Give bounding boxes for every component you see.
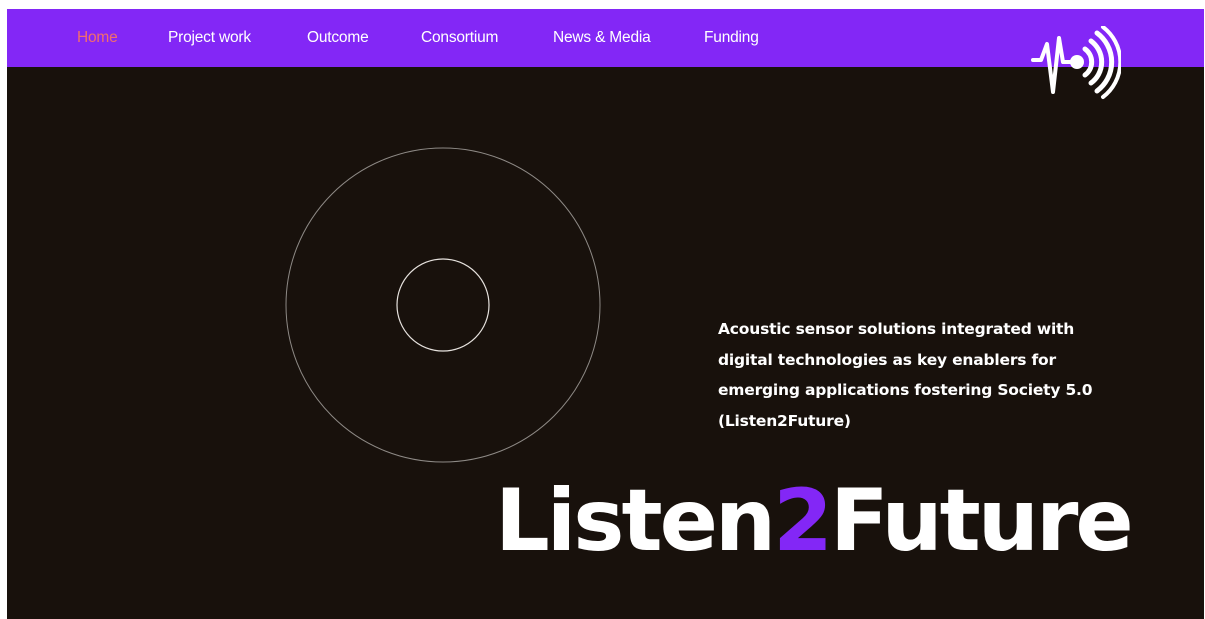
sound-wave-pulse-icon[interactable] <box>1029 26 1121 106</box>
nav-item-funding[interactable]: Funding <box>704 29 759 47</box>
tagline-line: (Listen2Future) <box>718 411 851 430</box>
page-frame: Home Project work Outcome Consortium New… <box>7 9 1204 619</box>
wordmark-two: 2 <box>773 471 833 571</box>
nav-item-project-work[interactable]: Project work <box>168 29 251 47</box>
tagline-line: digital technologies as key enablers for <box>718 350 1056 369</box>
nav-item-consortium[interactable]: Consortium <box>421 29 498 47</box>
hero-tagline: Acoustic sensor solutions integrated wit… <box>718 314 1128 436</box>
nav-item-home[interactable]: Home <box>77 29 118 47</box>
nav-item-news-media[interactable]: News & Media <box>553 29 651 47</box>
nav-item-outcome[interactable]: Outcome <box>307 29 369 47</box>
project-wordmark: Listen2Future <box>495 471 1134 571</box>
wordmark-future: Future <box>829 471 1134 571</box>
concentric-rings-graphic <box>285 147 601 463</box>
top-navigation-bar: Home Project work Outcome Consortium New… <box>7 9 1204 67</box>
wordmark-listen: Listen <box>495 471 776 571</box>
tagline-line: Acoustic sensor solutions integrated wit… <box>718 320 1075 338</box>
tagline-line: emerging applications fostering Society … <box>718 381 1093 399</box>
